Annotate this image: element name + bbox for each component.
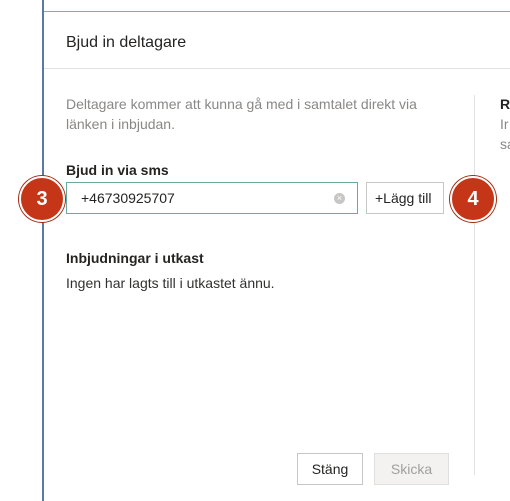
dialog-frame-left xyxy=(42,0,44,501)
step-badge-4: 4 xyxy=(450,176,496,222)
drafts-title: Inbjudningar i utkast xyxy=(66,250,204,266)
drafts-empty-text: Ingen har lagts till i utkastet ännu. xyxy=(66,275,275,291)
right-panel-line1: Ir xyxy=(500,116,509,132)
right-panel-heading: R xyxy=(500,96,510,112)
clear-icon[interactable]: × xyxy=(334,193,345,204)
dialog-description: Deltagare kommer att kunna gå med i samt… xyxy=(66,96,417,132)
phone-input[interactable] xyxy=(79,189,323,207)
panel-divider xyxy=(474,95,475,475)
step-badge-3: 3 xyxy=(19,176,65,222)
send-button[interactable]: Skicka xyxy=(374,453,449,485)
phone-input-box[interactable]: × xyxy=(66,182,358,214)
right-panel-peek: R Ir sa xyxy=(500,94,510,154)
add-phone-button[interactable]: +Lägg till xyxy=(366,182,444,214)
close-button[interactable]: Stäng xyxy=(297,453,363,485)
dialog-title: Bjud in deltagare xyxy=(66,34,187,51)
sms-label: Bjud in via sms xyxy=(66,162,169,178)
dialog-header: Bjud in deltagare xyxy=(44,12,510,69)
right-panel-line2: sa xyxy=(500,136,510,152)
